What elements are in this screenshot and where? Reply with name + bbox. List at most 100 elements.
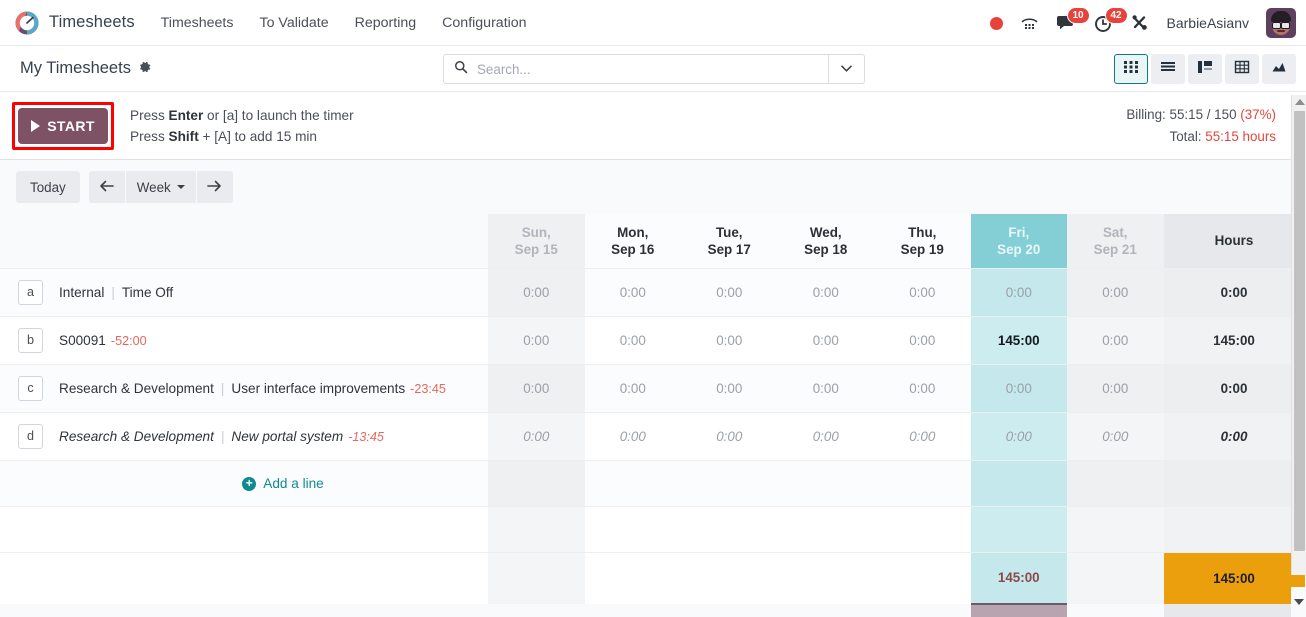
view-button-grid[interactable] — [1114, 54, 1148, 84]
view-button-pivot[interactable] — [1225, 54, 1259, 84]
grid-cell[interactable]: 0:00 — [488, 316, 585, 365]
grid-header-day-1: Mon, Sep 16 — [584, 214, 681, 269]
grid-cell[interactable]: 0:00 — [488, 268, 585, 317]
spacer-cell — [777, 506, 874, 553]
total-line: Total: 55:15 hours — [1126, 126, 1276, 148]
hint1-pre: Press — [130, 107, 169, 123]
avatar[interactable] — [1266, 8, 1296, 38]
grid-cell[interactable]: 0:00 — [681, 268, 778, 317]
grid-header-hours: Hours — [1163, 214, 1305, 269]
phone-keypad-icon[interactable] — [1020, 14, 1039, 33]
search-box[interactable] — [444, 55, 828, 83]
grid-cell[interactable]: 0:00 — [584, 412, 681, 461]
spacer-cell — [874, 506, 971, 553]
grid-header-label-col — [0, 214, 488, 269]
progress-cell — [1067, 604, 1164, 617]
grid-cell-today[interactable]: 0:00 — [970, 268, 1067, 317]
search-dropdown-toggle[interactable] — [828, 55, 864, 83]
scrollbar-bottom-area[interactable] — [1291, 587, 1306, 617]
grid-cell[interactable]: 0:00 — [777, 268, 874, 317]
row-hotkey-badge: b — [18, 327, 43, 353]
add-line-filler — [874, 460, 971, 507]
grid-cell[interactable]: 0:00 — [1067, 268, 1164, 317]
grid-cell-today[interactable]: 0:00 — [970, 364, 1067, 413]
grid-cell[interactable]: 0:00 — [488, 364, 585, 413]
grid-cell-today[interactable]: 145:00 — [970, 316, 1067, 365]
timesheet-grid-wrapper: Sun, Sep 15 Mon, Sep 16 Tue, Sep 17 Wed,… — [0, 214, 1306, 617]
kanban-icon — [1197, 59, 1213, 80]
activities-badge: 42 — [1104, 6, 1128, 24]
grid-cell[interactable]: 0:00 — [874, 268, 971, 317]
billing-summary: Billing: 55:15 / 150 (37%) Total: 55:15 … — [1126, 104, 1276, 148]
gear-icon[interactable] — [138, 60, 152, 77]
add-line-cell[interactable]: + Add a line — [0, 460, 488, 507]
row-label-cell-b[interactable]: b S00091 -52:00 — [0, 316, 488, 365]
grid-cell[interactable]: 0:00 — [777, 316, 874, 365]
today-button[interactable]: Today — [16, 171, 80, 203]
row-label-cell-c[interactable]: c Research & Development | User interface … — [0, 364, 488, 413]
menu-item-timesheets[interactable]: Timesheets — [161, 15, 234, 31]
grid-cell[interactable]: 0:00 — [488, 412, 585, 461]
row-label-cell-d[interactable]: d Research & Development | New portal syst… — [0, 412, 488, 461]
search-input[interactable] — [477, 61, 818, 77]
grid-cell[interactable]: 0:00 — [874, 364, 971, 413]
view-button-graph[interactable] — [1262, 54, 1296, 84]
scroll-down-arrow-icon[interactable] — [1294, 599, 1304, 605]
grid-cell[interactable]: 0:00 — [1067, 316, 1164, 365]
period-range-dropdown[interactable]: Week — [125, 171, 196, 203]
grid-cell[interactable]: 0:00 — [681, 412, 778, 461]
menu-item-configuration[interactable]: Configuration — [442, 15, 526, 31]
view-button-list[interactable] — [1151, 54, 1185, 84]
timer-hint-line-2: Press Shift + [A] to add 15 min — [130, 126, 354, 147]
grid-cell[interactable]: 0:00 — [777, 412, 874, 461]
row-label-cell-a[interactable]: a Internal | Time Off — [0, 268, 488, 317]
grid-body: a Internal | Time Off 0:00 0:00 0:00 0:00 … — [0, 268, 1305, 617]
grid-cell[interactable]: 0:00 — [584, 316, 681, 365]
grid-cell[interactable]: 0:00 — [777, 364, 874, 413]
record-dot-icon[interactable] — [989, 16, 1003, 30]
menu-item-reporting[interactable]: Reporting — [355, 15, 417, 31]
brand-home-link[interactable]: Timesheets — [14, 10, 135, 36]
grid-header-day-4: Thu, Sep 19 — [874, 214, 971, 269]
main-menu: Timesheets To Validate Reporting Configu… — [161, 15, 527, 31]
next-period-button[interactable] — [196, 171, 233, 203]
grid-cell[interactable]: 0:00 — [874, 316, 971, 365]
user-menu-name[interactable]: BarbieAsianv — [1167, 15, 1250, 31]
grid-cell[interactable]: 0:00 — [584, 364, 681, 413]
scrollbar-thumb[interactable] — [1294, 111, 1305, 551]
row-project[interactable]: S00091 — [59, 333, 106, 348]
vertical-scrollbar[interactable] — [1291, 95, 1306, 575]
add-a-line-button[interactable]: + Add a line — [182, 476, 324, 491]
grid-cell[interactable]: 0:00 — [584, 268, 681, 317]
grid-header-day-6: Sat, Sep 21 — [1067, 214, 1164, 269]
grid-cell[interactable]: 0:00 — [681, 316, 778, 365]
grid-cell[interactable]: 0:00 — [1067, 364, 1164, 413]
activity-clock-icon[interactable]: 42 — [1094, 6, 1128, 33]
messages-badge: 10 — [1066, 6, 1090, 24]
navbar-systray: 10 42 BarbieAsianv — [989, 0, 1296, 46]
totals-cell — [584, 552, 681, 604]
row-task[interactable]: Time Off — [122, 285, 173, 300]
chevron-down-icon — [840, 64, 853, 74]
start-timer-button[interactable]: START — [18, 107, 108, 144]
grid-cell[interactable]: 0:00 — [1067, 412, 1164, 461]
spacer-cell — [1163, 506, 1305, 553]
row-project[interactable]: Internal — [59, 285, 104, 300]
row-task[interactable]: User interface improvements — [231, 381, 405, 396]
row-task[interactable]: New portal system — [231, 429, 343, 444]
row-project[interactable]: Research & Development — [59, 381, 214, 396]
grid-cell-today[interactable]: 0:00 — [970, 412, 1067, 461]
spacer-cell — [1067, 506, 1164, 553]
scroll-up-arrow-icon[interactable] — [1295, 99, 1305, 105]
grid-cell[interactable]: 0:00 — [874, 412, 971, 461]
messages-icon[interactable]: 10 — [1056, 6, 1090, 33]
grid-cell[interactable]: 0:00 — [681, 364, 778, 413]
previous-period-button[interactable] — [88, 171, 125, 203]
tools-icon[interactable] — [1131, 14, 1150, 33]
row-project[interactable]: Research & Development — [59, 429, 214, 444]
totals-cell — [681, 552, 778, 604]
view-button-kanban[interactable] — [1188, 54, 1222, 84]
menu-item-to-validate[interactable]: To Validate — [259, 15, 328, 31]
add-line-filler — [777, 460, 874, 507]
chevron-down-icon — [176, 185, 185, 189]
